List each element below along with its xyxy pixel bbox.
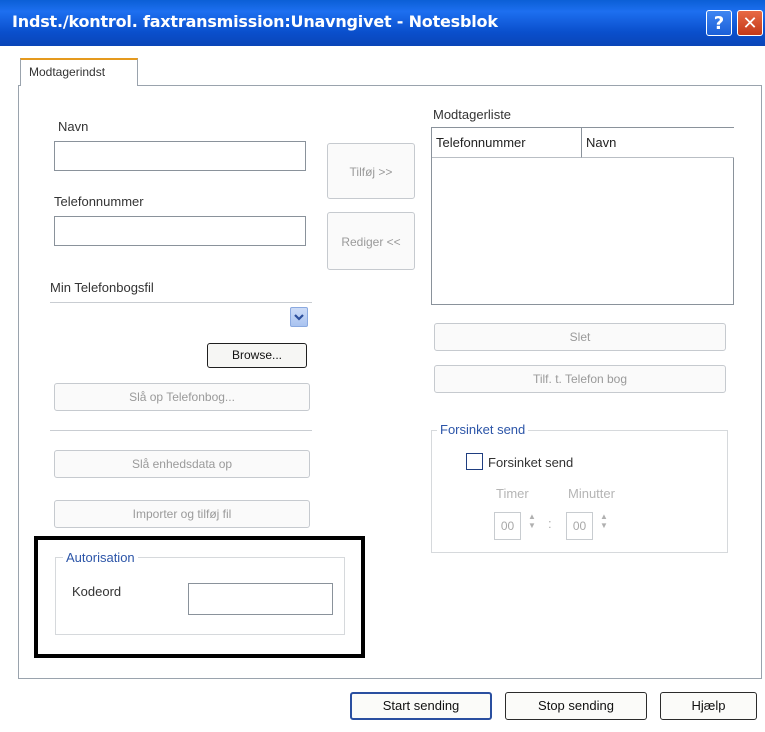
- password-input[interactable]: [188, 583, 333, 615]
- add-to-list-button[interactable]: Tilføj >>: [327, 143, 415, 199]
- question-icon: ?: [713, 13, 725, 34]
- browse-button[interactable]: Browse...: [207, 343, 307, 368]
- name-input[interactable]: [54, 141, 306, 171]
- tab-recipient-settings[interactable]: Modtagerindst: [20, 58, 138, 86]
- name-label: Navn: [58, 119, 89, 134]
- hours-label: Timer: [496, 486, 529, 501]
- lookup-device-button[interactable]: Slå enhedsdata op: [54, 450, 310, 478]
- tab-label: Modtagerindst: [29, 65, 106, 79]
- minutes-spinner[interactable]: 00: [566, 512, 593, 540]
- import-add-file-button[interactable]: Importer og tilføj fil: [54, 500, 310, 528]
- phone-label: Telefonnummer: [54, 194, 144, 209]
- hours-spinner[interactable]: 00: [494, 512, 521, 540]
- close-button[interactable]: ✕: [737, 10, 763, 36]
- authorization-group-title: Autorisation: [63, 550, 138, 565]
- recipient-list[interactable]: Telefonnummer Navn: [431, 127, 734, 305]
- password-label: Kodeord: [72, 584, 122, 599]
- phone-input[interactable]: [54, 216, 306, 246]
- fax-settings-dialog: Indst./kontrol. faxtransmission:Unavngiv…: [0, 0, 765, 732]
- column-header-phone[interactable]: Telefonnummer: [432, 128, 582, 158]
- column-header-phone-label: Telefonnummer: [436, 135, 526, 150]
- chevron-down-icon: [294, 314, 304, 321]
- recipient-list-label: Modtagerliste: [433, 107, 512, 122]
- help-title-button[interactable]: ?: [706, 10, 732, 36]
- edit-button[interactable]: Rediger <<: [327, 212, 415, 270]
- column-header-name-label: Navn: [586, 135, 617, 150]
- hours-spin-arrows-icon[interactable]: ▲ ▼: [526, 512, 538, 530]
- minutes-spin-arrows-icon[interactable]: ▲ ▼: [598, 512, 610, 530]
- delayed-send-checkbox-label: Forsinket send: [488, 455, 574, 470]
- separator: [50, 430, 312, 431]
- delayed-send-group-title: Forsinket send: [437, 422, 529, 437]
- delayed-send-checkbox[interactable]: [466, 453, 483, 470]
- lookup-phonebook-button[interactable]: Slå op Telefonbog...: [54, 383, 310, 411]
- dropdown-arrow-button[interactable]: [290, 307, 308, 327]
- add-to-phonebook-button[interactable]: Tilf. t. Telefon bog: [434, 365, 726, 393]
- window-title: Indst./kontrol. faxtransmission:Unavngiv…: [12, 12, 498, 31]
- minutes-label: Minutter: [568, 486, 615, 501]
- start-sending-button[interactable]: Start sending: [350, 692, 492, 720]
- phonebook-dropdown[interactable]: [50, 302, 312, 330]
- time-separator: :: [548, 516, 552, 531]
- help-button[interactable]: Hjælp: [660, 692, 757, 720]
- phonebook-label: Min Telefonbogsfil: [50, 280, 154, 295]
- title-bar[interactable]: Indst./kontrol. faxtransmission:Unavngiv…: [0, 0, 765, 46]
- column-header-name[interactable]: Navn: [582, 128, 734, 158]
- delete-button[interactable]: Slet: [434, 323, 726, 351]
- stop-sending-button[interactable]: Stop sending: [505, 692, 647, 720]
- close-icon: ✕: [742, 13, 758, 34]
